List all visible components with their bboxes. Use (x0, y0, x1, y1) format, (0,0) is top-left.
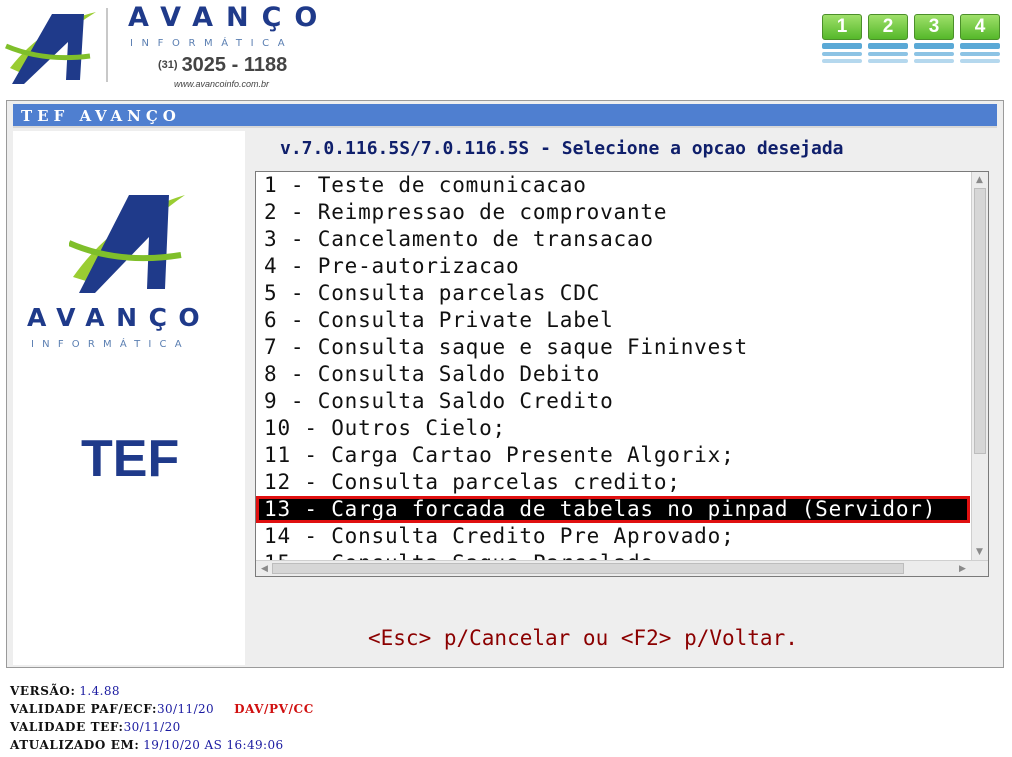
step-number: 2 (868, 14, 908, 40)
tef-label: VALIDADE TEF: (10, 720, 124, 734)
header-separator (106, 8, 108, 82)
option-item[interactable]: 6 - Consulta Private Label (256, 307, 970, 334)
option-item[interactable]: 1 - Teste de comunicacao (256, 172, 970, 199)
footer-paf-row: VALIDADE PAF/ECF:30/11/20 DAV/PV/CC (10, 700, 410, 718)
option-item[interactable]: 13 - Carga forcada de tabelas no pinpad … (256, 496, 970, 523)
scroll-down-icon[interactable]: ▼ (972, 545, 987, 559)
avanco-logo-icon (5, 12, 96, 84)
step-2: 2 (868, 14, 908, 63)
option-item[interactable]: 14 - Consulta Credito Pre Aprovado; (256, 523, 970, 550)
vertical-scroll-thumb[interactable] (974, 188, 986, 454)
keyboard-hint: <Esc> p/Cancelar ou <F2> p/Voltar. (368, 626, 798, 650)
options-viewport: 1 - Teste de comunicacao 2 - Reimpressao … (256, 172, 970, 560)
tef-value: 30/11/20 (123, 720, 181, 734)
option-item[interactable]: 9 - Consulta Saldo Credito (256, 388, 970, 415)
step-1: 1 (822, 14, 862, 63)
window-title: TEF AVANÇO (13, 104, 997, 128)
option-item[interactable]: 11 - Carga Cartao Presente Algorix; (256, 442, 970, 469)
brand-website: www.avancoinfo.com.br (174, 79, 270, 89)
footer-info: VERSÃO: 1.4.88 VALIDADE PAF/ECF:30/11/20… (10, 682, 410, 754)
scroll-up-icon[interactable]: ▲ (972, 173, 987, 187)
updated-label: ATUALIZADO EM: (10, 738, 140, 752)
step-4: 4 (960, 14, 1000, 63)
phone-prefix: (31) (158, 59, 178, 71)
avanco-logo-icon (69, 195, 185, 293)
side-brand-name: AVANÇO (27, 303, 212, 332)
step-3: 3 (914, 14, 954, 63)
side-tef-label: TEF (81, 430, 180, 488)
phone-number: 3025 - 1188 (181, 54, 288, 76)
footer-version-row: VERSÃO: 1.4.88 (10, 682, 410, 700)
brand-subtitle: INFORMÁTICA (130, 38, 294, 49)
option-item[interactable]: 4 - Pre-autorizacao (256, 253, 970, 280)
footer-tef-row: VALIDADE TEF:30/11/20 (10, 718, 410, 736)
horizontal-scroll-thumb[interactable] (272, 563, 904, 574)
horizontal-scrollbar[interactable]: ◀ ▶ (256, 560, 988, 576)
brand-phone: (31) 3025 - 1188 (158, 54, 287, 77)
vertical-scrollbar[interactable]: ▲ ▼ (971, 172, 988, 560)
step-number: 3 (914, 14, 954, 40)
version-label: VERSÃO: (10, 684, 76, 698)
side-panel: AVANÇO INFORMÁTICA TEF (13, 131, 245, 665)
paf-extra: DAV/PV/CC (234, 702, 314, 716)
updated-value: 19/10/20 AS 16:49:06 (143, 738, 284, 752)
option-item[interactable]: 7 - Consulta saque e saque Fininvest (256, 334, 970, 361)
option-item[interactable]: 8 - Consulta Saldo Debito (256, 361, 970, 388)
footer-updated-row: ATUALIZADO EM: 19/10/20 AS 16:49:06 (10, 736, 410, 754)
paf-label: VALIDADE PAF/ECF: (10, 702, 157, 716)
side-brand-subtitle: INFORMÁTICA (31, 339, 190, 350)
step-indicator: 1 2 3 4 (822, 14, 1008, 78)
brand-name: AVANÇO (128, 2, 331, 33)
option-item[interactable]: 3 - Cancelamento de transacao (256, 226, 970, 253)
version-instruction: v.7.0.116.5S/7.0.116.5S - Selecione a op… (280, 138, 844, 159)
step-number: 1 (822, 14, 862, 40)
paf-value: 30/11/20 (156, 702, 215, 716)
scroll-left-icon[interactable]: ◀ (257, 562, 272, 576)
option-item[interactable]: 12 - Consulta parcelas credito; (256, 469, 970, 496)
version-value: 1.4.88 (79, 684, 120, 698)
scroll-right-icon[interactable]: ▶ (955, 562, 970, 576)
header: AVANÇO INFORMÁTICA (31) 3025 - 1188 www.a… (0, 0, 1012, 96)
option-item[interactable]: 5 - Consulta parcelas CDC (256, 280, 970, 307)
option-item[interactable]: 15 - Consulta Saque Parcelado (256, 550, 970, 560)
options-listbox[interactable]: 1 - Teste de comunicacao 2 - Reimpressao … (255, 171, 989, 577)
option-item[interactable]: 10 - Outros Cielo; (256, 415, 970, 442)
option-item[interactable]: 2 - Reimpressao de comprovante (256, 199, 970, 226)
step-number: 4 (960, 14, 1000, 40)
